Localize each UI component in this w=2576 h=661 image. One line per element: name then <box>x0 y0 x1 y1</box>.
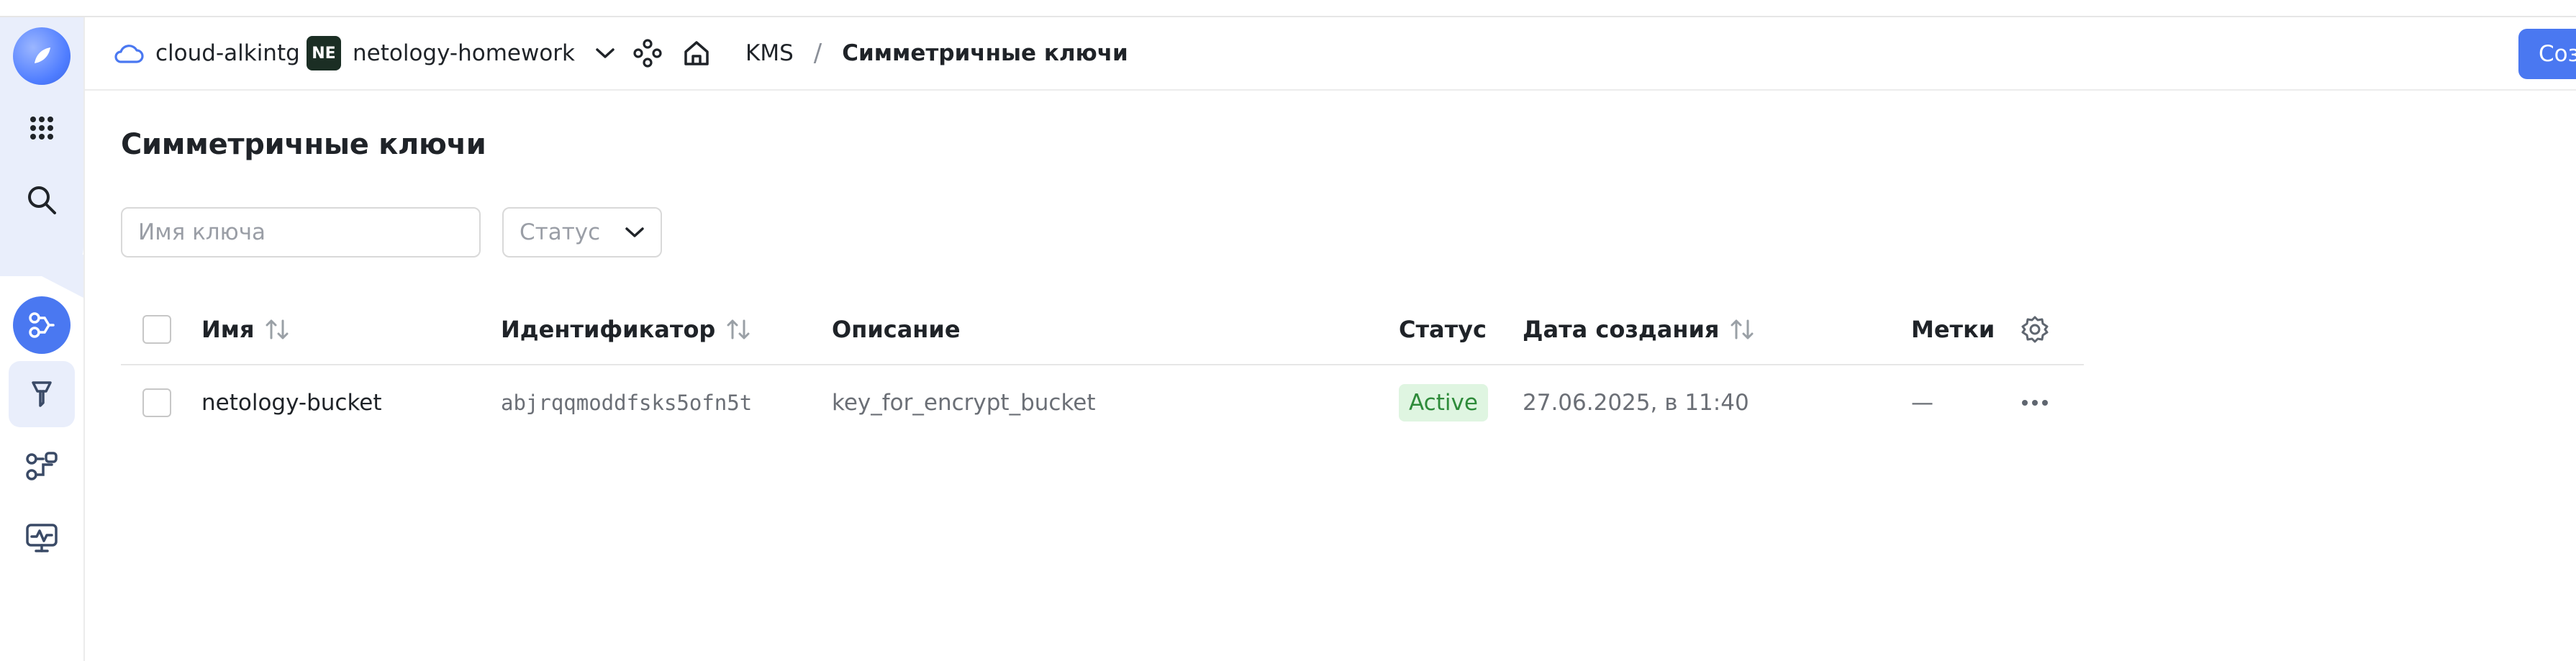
rail-logo[interactable] <box>0 27 83 85</box>
services-button[interactable] <box>633 17 662 89</box>
table-header: Имя Идентификатор Описание Статус Дата с… <box>121 295 2084 365</box>
page-title: Симметричные ключи <box>121 128 486 161</box>
top-border <box>0 0 2576 17</box>
column-header-status: Статус <box>1399 316 1487 343</box>
rail-keys-network[interactable] <box>0 437 83 495</box>
row-actions-button[interactable] <box>2021 365 2049 440</box>
table-settings-button[interactable] <box>2021 295 2049 364</box>
rail-search[interactable] <box>0 171 83 229</box>
row-status-cell: Active <box>1399 365 1488 440</box>
create-button[interactable]: Соз <box>2518 29 2576 79</box>
keys-network-icon[interactable] <box>24 449 59 483</box>
keys-table: Имя Идентификатор Описание Статус Дата с… <box>121 295 2084 440</box>
cloud-name[interactable]: cloud-alkintg <box>155 40 300 66</box>
folder-selector[interactable]: NE netology-homework <box>307 17 615 89</box>
select-all-cell <box>142 295 171 364</box>
folder-name[interactable]: netology-homework <box>353 40 575 66</box>
chevron-down-icon <box>625 226 645 239</box>
sort-icon[interactable] <box>1729 318 1755 341</box>
column-header-labels: Метки <box>1911 316 1995 343</box>
select-all-checkbox[interactable] <box>142 315 171 344</box>
row-checkbox[interactable] <box>142 388 171 417</box>
sort-icon[interactable] <box>725 318 751 341</box>
apps-grid-icon[interactable] <box>27 114 56 142</box>
row-created: 27.06.2025, в 11:40 <box>1523 390 1749 416</box>
column-header-name[interactable]: Имя <box>201 295 290 364</box>
breadcrumb: KMS / Симметричные ключи <box>745 17 1128 89</box>
rail-keys[interactable] <box>0 361 83 427</box>
row-labels: — <box>1911 390 1933 416</box>
column-header-description: Описание <box>832 316 961 343</box>
breadcrumb-service[interactable]: KMS <box>745 40 794 66</box>
kms-service-icon[interactable] <box>13 296 71 354</box>
column-id-label: Идентификатор <box>501 316 716 343</box>
table-row[interactable]: netology-bucket abjrqqmoddfsks5ofn5t key… <box>121 365 2084 440</box>
key-name-filter-input[interactable]: Имя ключа <box>121 207 481 257</box>
column-header-id[interactable]: Идентификатор <box>501 295 751 364</box>
top-header: cloud-alkintg NE netology-homework KMS /… <box>85 17 2576 91</box>
logo-icon[interactable] <box>13 27 71 85</box>
column-created-label: Дата создания <box>1523 316 1720 343</box>
breadcrumb-separator: / <box>813 39 822 68</box>
services-icon[interactable] <box>633 39 662 68</box>
row-description: key_for_encrypt_bucket <box>832 390 1096 416</box>
status-badge: Active <box>1399 384 1488 421</box>
cloud-breadcrumb[interactable]: cloud-alkintg <box>112 17 300 89</box>
cloud-icon <box>112 42 144 65</box>
search-icon[interactable] <box>26 184 58 216</box>
column-name-label: Имя <box>201 316 255 343</box>
gear-icon[interactable] <box>2021 315 2049 344</box>
column-header-created[interactable]: Дата создания <box>1523 295 1755 364</box>
key-icon[interactable] <box>9 361 75 427</box>
status-filter-select[interactable]: Статус <box>502 207 662 257</box>
row-id: abjrqqmoddfsks5ofn5t <box>501 391 753 415</box>
monitoring-icon[interactable] <box>24 521 59 555</box>
rail-monitoring[interactable] <box>0 509 83 567</box>
folder-badge: NE <box>307 36 341 70</box>
chevron-down-icon[interactable] <box>595 47 615 60</box>
sort-icon[interactable] <box>264 318 290 341</box>
breadcrumb-current: Симметричные ключи <box>842 40 1128 66</box>
rail-apps[interactable] <box>0 99 83 157</box>
status-filter-placeholder: Статус <box>520 219 601 245</box>
home-icon[interactable] <box>682 39 711 68</box>
row-name[interactable]: netology-bucket <box>201 365 382 440</box>
left-rail <box>0 17 85 661</box>
rail-kms-service[interactable] <box>0 296 83 354</box>
home-button[interactable] <box>682 17 711 89</box>
more-actions-icon[interactable] <box>2021 398 2049 407</box>
row-select-cell <box>142 365 171 440</box>
